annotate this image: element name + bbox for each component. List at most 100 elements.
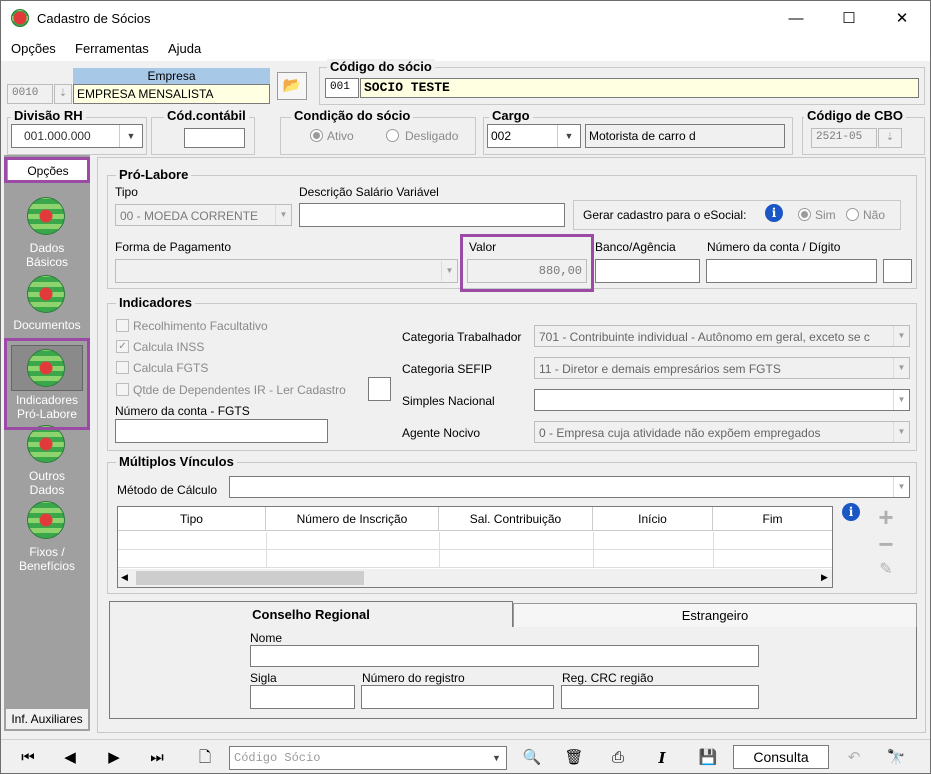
cbo-field[interactable]: 2521-05 bbox=[811, 128, 877, 148]
close-button[interactable]: ✕ bbox=[887, 7, 917, 31]
search-combo-dropdown-icon[interactable]: ▼ bbox=[487, 747, 506, 769]
recolhimento-label: Recolhimento Facultativo bbox=[133, 319, 268, 333]
desc-salario-field[interactable] bbox=[299, 203, 565, 227]
numero-conta-label: Número da conta / Dígito bbox=[707, 240, 841, 254]
dependentes-field[interactable] bbox=[368, 377, 391, 401]
col-sal-contribuicao[interactable]: Sal. Contribuição bbox=[439, 507, 593, 531]
italic-icon[interactable]: I bbox=[647, 745, 677, 771]
outros-dados-icon[interactable] bbox=[27, 425, 65, 463]
binoculars-icon[interactable]: 🔭 bbox=[881, 745, 911, 771]
sigla-field[interactable] bbox=[250, 685, 355, 709]
metodo-calculo-select[interactable] bbox=[229, 476, 910, 498]
table-row[interactable] bbox=[118, 532, 832, 550]
cat-sefip-dropdown-icon[interactable]: ▼ bbox=[893, 358, 909, 378]
metodo-calculo-dropdown-icon[interactable]: ▼ bbox=[893, 477, 909, 497]
folder-open-button[interactable]: 📂 bbox=[277, 72, 307, 100]
menu-opcoes[interactable]: Opções bbox=[11, 41, 56, 56]
undo-icon[interactable]: ↶ bbox=[839, 745, 869, 771]
vinculos-table[interactable]: Tipo Número de Inscrição Sal. Contribuiç… bbox=[117, 506, 833, 588]
info-icon[interactable]: i bbox=[765, 204, 783, 222]
documentos-icon[interactable] bbox=[27, 275, 65, 313]
numero-conta-field[interactable] bbox=[706, 259, 877, 283]
remove-icon[interactable]: − bbox=[875, 531, 897, 557]
col-fim[interactable]: Fim bbox=[713, 507, 832, 531]
minimize-button[interactable]: — bbox=[781, 7, 811, 31]
horizontal-scrollbar[interactable]: ◀ ▶ bbox=[118, 569, 832, 587]
new-record-icon[interactable]: 🗋 bbox=[190, 745, 220, 771]
sidebar-item-documentos[interactable]: Documentos bbox=[4, 318, 90, 332]
sidebar-item-fixos[interactable]: Fixos / Benefícios bbox=[4, 545, 90, 573]
maximize-button[interactable]: ☐ bbox=[834, 7, 864, 31]
consulta-button[interactable]: Consulta bbox=[733, 745, 829, 769]
sim-radio[interactable] bbox=[798, 208, 811, 221]
cargo-name-field: Motorista de carro d bbox=[585, 124, 785, 148]
simples-dropdown-icon[interactable]: ▼ bbox=[893, 390, 909, 410]
recolhimento-checkbox[interactable] bbox=[116, 319, 129, 332]
sidebar-item-outros-dados[interactable]: Outros Dados bbox=[4, 469, 90, 497]
desligado-radio[interactable] bbox=[386, 129, 399, 142]
table-row[interactable] bbox=[118, 550, 832, 568]
nao-radio[interactable] bbox=[846, 208, 859, 221]
digito-field[interactable] bbox=[883, 259, 912, 283]
scroll-thumb[interactable] bbox=[136, 571, 364, 585]
cod-contabil-field[interactable] bbox=[184, 128, 245, 148]
banco-agencia-field[interactable] bbox=[595, 259, 700, 283]
fixos-beneficios-icon[interactable] bbox=[27, 501, 65, 539]
delete-icon[interactable]: 🗑 bbox=[559, 745, 589, 771]
last-record-icon[interactable]: ⏭ bbox=[142, 745, 172, 771]
col-inicio[interactable]: Início bbox=[593, 507, 713, 531]
socio-code-field[interactable]: 001 bbox=[325, 78, 359, 98]
nome-label: Nome bbox=[250, 631, 283, 645]
multiplos-title: Múltiplos Vínculos bbox=[116, 454, 237, 469]
divisao-rh-dropdown-icon[interactable]: ▼ bbox=[119, 125, 142, 147]
menu-ajuda[interactable]: Ajuda bbox=[168, 41, 201, 56]
cargo-dropdown-icon[interactable]: ▼ bbox=[557, 125, 580, 147]
search-combo[interactable]: Código Sócio bbox=[229, 746, 507, 770]
edit-icon[interactable]: ✎ bbox=[875, 559, 897, 581]
dados-basicos-icon[interactable] bbox=[27, 197, 65, 235]
scroll-right-icon[interactable]: ▶ bbox=[821, 572, 828, 583]
forma-pagamento-select[interactable] bbox=[115, 259, 458, 283]
empresa-lookup-button[interactable]: ⇣ bbox=[54, 84, 72, 104]
crc-field[interactable] bbox=[561, 685, 759, 709]
registro-field[interactable] bbox=[361, 685, 554, 709]
sidebar-item-dados-basicos[interactable]: Dados Básicos bbox=[4, 241, 90, 269]
cat-trab-select[interactable]: 701 - Contribuinte individual - Autônomo… bbox=[534, 325, 910, 347]
table-col-divider bbox=[713, 532, 714, 568]
col-tipo[interactable]: Tipo bbox=[118, 507, 266, 531]
fgts-checkbox[interactable] bbox=[116, 361, 129, 374]
ativo-label: Ativo bbox=[327, 129, 354, 143]
menu-ferramentas[interactable]: Ferramentas bbox=[75, 41, 149, 56]
tab-conselho-regional[interactable]: Conselho Regional bbox=[109, 601, 513, 627]
first-record-icon[interactable]: ⏮ bbox=[13, 745, 43, 771]
tipo-dropdown-icon[interactable]: ▼ bbox=[275, 205, 291, 225]
empresa-code-field[interactable]: 0010 bbox=[7, 84, 53, 104]
inf-auxiliares-button[interactable]: Inf. Auxiliares bbox=[6, 709, 88, 729]
cat-trab-dropdown-icon[interactable]: ▼ bbox=[893, 326, 909, 346]
print-icon[interactable]: ⎙ bbox=[603, 745, 633, 771]
inss-checkbox[interactable]: ✓ bbox=[116, 340, 129, 353]
agente-select[interactable]: 0 - Empresa cuja atividade não expõem em… bbox=[534, 421, 910, 443]
conta-fgts-field[interactable] bbox=[115, 419, 328, 443]
add-icon[interactable]: + bbox=[875, 504, 897, 530]
cbo-lookup-button[interactable]: ⇣ bbox=[878, 128, 902, 148]
search-doc-icon[interactable]: 🔍 bbox=[517, 745, 547, 771]
table-col-divider bbox=[439, 532, 440, 568]
prev-record-icon[interactable]: ◀ bbox=[55, 745, 85, 771]
dependentes-checkbox[interactable] bbox=[116, 383, 129, 396]
tab-estrangeiro[interactable]: Estrangeiro bbox=[513, 603, 917, 627]
nome-field[interactable] bbox=[250, 645, 759, 667]
ativo-radio[interactable] bbox=[310, 129, 323, 142]
info-icon-vinculos[interactable]: i bbox=[842, 503, 860, 521]
cat-sefip-select[interactable]: 11 - Diretor e demais empresários sem FG… bbox=[534, 357, 910, 379]
cod-contabil-label: Cód.contábil bbox=[164, 108, 249, 123]
save-icon[interactable]: 💾 bbox=[693, 745, 723, 771]
forma-pagamento-dropdown-icon[interactable]: ▼ bbox=[441, 261, 457, 281]
tipo-select[interactable]: 00 - MOEDA CORRENTE bbox=[115, 204, 292, 226]
col-inscricao[interactable]: Número de Inscrição bbox=[266, 507, 439, 531]
agente-dropdown-icon[interactable]: ▼ bbox=[893, 422, 909, 442]
simples-select[interactable] bbox=[534, 389, 910, 411]
cbo-label: Código de CBO bbox=[804, 108, 907, 123]
scroll-left-icon[interactable]: ◀ bbox=[121, 572, 128, 583]
next-record-icon[interactable]: ▶ bbox=[99, 745, 129, 771]
